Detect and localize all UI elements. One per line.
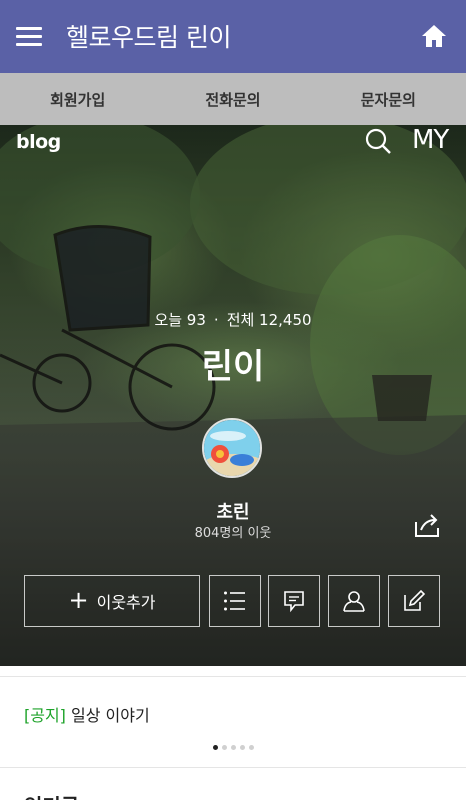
write-button[interactable] <box>388 575 440 627</box>
blog-title: 린이 <box>201 347 265 387</box>
search-icon[interactable] <box>364 127 392 155</box>
add-neighbor-button[interactable]: + 이웃추가 <box>24 575 200 627</box>
blog-logo[interactable]: blog <box>16 131 61 153</box>
neighbor-count[interactable]: 804명의 이웃 <box>0 522 466 541</box>
plus-icon: + <box>68 585 89 614</box>
share-icon[interactable] <box>413 511 441 539</box>
sub-navigation: 회원가입 전화문의 문자문의 <box>0 73 466 125</box>
popular-posts-title: 인기글 <box>24 790 79 800</box>
app-title: 헬로우드림 린이 <box>66 23 231 52</box>
notice-title: 일상 이야기 <box>65 706 150 725</box>
tab-sms-inquiry[interactable]: 문자문의 <box>311 73 466 125</box>
app-header: 헬로우드림 린이 <box>0 0 466 73</box>
separator-dot: · <box>213 311 219 329</box>
home-icon[interactable] <box>420 23 448 49</box>
blog-cover: blog MY 오늘 93 · 전체 12,450 린이 초린 804명의 이웃 +… <box>0 125 466 666</box>
pager-dot[interactable] <box>212 745 218 750</box>
list-button[interactable] <box>209 575 261 627</box>
pager-dot[interactable] <box>239 745 245 750</box>
pager-dot[interactable] <box>230 745 236 750</box>
neighbor-button[interactable] <box>328 575 380 627</box>
tab-signup[interactable]: 회원가입 <box>0 73 155 125</box>
list-icon <box>224 591 245 611</box>
notice-banner[interactable]: [공지] 일상 이야기 <box>0 676 466 768</box>
action-bar: + 이웃추가 <box>0 575 466 627</box>
write-icon <box>404 589 426 611</box>
visit-stats: 오늘 93 · 전체 12,450 <box>0 309 466 330</box>
hamburger-icon[interactable] <box>16 25 42 47</box>
avatar[interactable] <box>202 418 262 478</box>
neighbor-icon <box>343 591 365 612</box>
notice-pager <box>0 745 466 750</box>
total-count: 전체 12,450 <box>226 311 312 329</box>
comment-button[interactable] <box>268 575 320 627</box>
today-count: 오늘 93 <box>154 311 206 329</box>
nickname[interactable]: 초린 <box>0 498 466 524</box>
my-button[interactable]: MY <box>412 125 449 155</box>
notice-text[interactable]: [공지] 일상 이야기 <box>24 702 150 726</box>
tab-phone-inquiry[interactable]: 전화문의 <box>155 73 310 125</box>
pager-dot[interactable] <box>221 745 227 750</box>
comment-icon <box>284 591 304 613</box>
pager-dot[interactable] <box>248 745 254 750</box>
add-neighbor-label: 이웃추가 <box>96 593 156 612</box>
notice-tag: [공지] <box>24 706 66 725</box>
